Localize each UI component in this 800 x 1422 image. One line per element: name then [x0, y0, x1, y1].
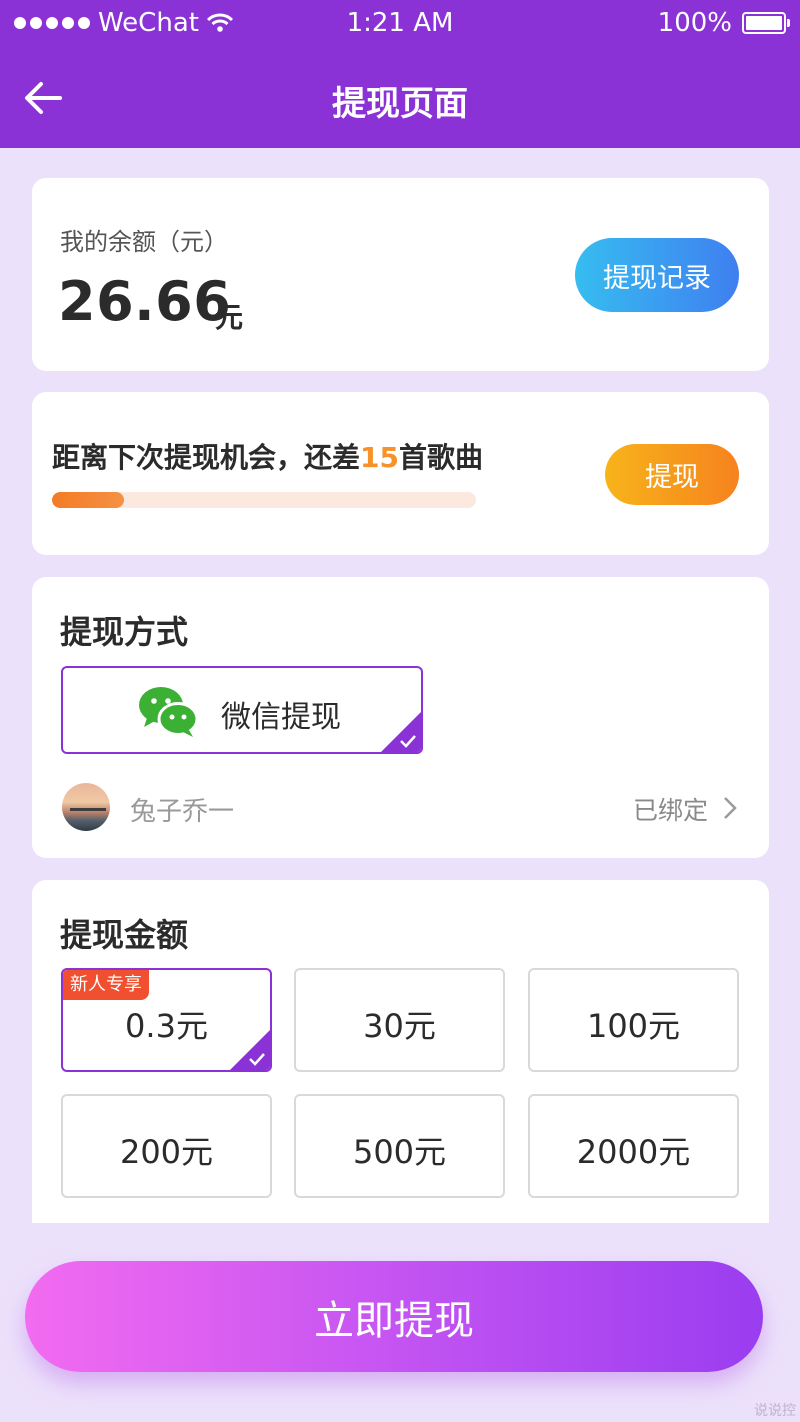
amount-option-5[interactable]: 2000元: [528, 1094, 739, 1198]
amount-option-label: 500元: [352, 1133, 447, 1171]
bound-account-row[interactable]: 兔子乔一 已绑定: [62, 783, 742, 831]
balance-label: 我的余额（元）: [60, 228, 228, 256]
amount-option-4[interactable]: 500元: [294, 1094, 505, 1198]
amount-option-3[interactable]: 200元: [61, 1094, 272, 1198]
wechat-icon: [139, 687, 199, 737]
status-bar: WeChat 1:21 AM 100%: [0, 0, 800, 48]
amount-option-1[interactable]: 30元: [294, 968, 505, 1072]
withdraw-history-button[interactable]: 提现记录: [575, 238, 739, 312]
amount-option-label: 30元: [363, 1007, 436, 1045]
withdraw-chance-button[interactable]: 提现: [605, 444, 739, 505]
account-status: 已绑定: [632, 796, 708, 825]
check-icon: [249, 1053, 265, 1066]
withdraw-method-title: 提现方式: [60, 613, 189, 651]
amount-option-label: 100元: [586, 1007, 681, 1045]
watermark: 说说控: [754, 1403, 796, 1419]
avatar: [62, 783, 110, 831]
withdraw-method-card: 提现方式 微信提现 兔子乔一 已绑定: [32, 577, 769, 858]
progress-count: 15: [360, 441, 399, 474]
battery-percent: 100%: [657, 8, 732, 38]
battery-icon: [742, 12, 790, 34]
amount-option-0[interactable]: 新人专享 0.3元: [61, 968, 272, 1072]
withdraw-amount-title: 提现金额: [60, 916, 189, 954]
progress-text: 距离下次提现机会，还差15首歌曲: [52, 436, 483, 476]
progress-text-before: 距离下次提现机会，还差: [52, 441, 361, 474]
progress-bar: [52, 492, 476, 508]
withdraw-now-button[interactable]: 立即提现: [25, 1261, 763, 1372]
amount-option-2[interactable]: 100元: [528, 968, 739, 1072]
amount-option-label: 2000元: [576, 1133, 691, 1171]
nav-bar: 提现页面: [0, 48, 800, 148]
progress-text-after: 首歌曲: [398, 441, 483, 474]
account-name: 兔子乔一: [130, 797, 235, 827]
battery-group: 100%: [657, 8, 790, 38]
page-title: 提现页面: [332, 84, 468, 124]
wechat-withdraw-label: 微信提现: [221, 700, 341, 735]
check-icon: [400, 735, 416, 748]
amount-option-label: 0.3元: [125, 1007, 208, 1045]
balance-card: 我的余额（元） 26.66 元 提现记录: [32, 178, 769, 371]
wechat-withdraw-option[interactable]: 微信提现: [61, 666, 423, 754]
new-user-badge: 新人专享: [63, 970, 149, 1000]
withdraw-amount-card: 提现金额 新人专享 0.3元 30元 100元 200元 500元 2000元: [32, 880, 769, 1223]
progress-card: 距离下次提现机会，还差15首歌曲 提现: [32, 392, 769, 555]
balance-unit: 元: [215, 301, 244, 334]
amount-option-label: 200元: [119, 1133, 214, 1171]
balance-amount: 26.66: [58, 270, 232, 333]
progress-fill: [52, 492, 125, 508]
chevron-right-icon: [724, 797, 737, 819]
